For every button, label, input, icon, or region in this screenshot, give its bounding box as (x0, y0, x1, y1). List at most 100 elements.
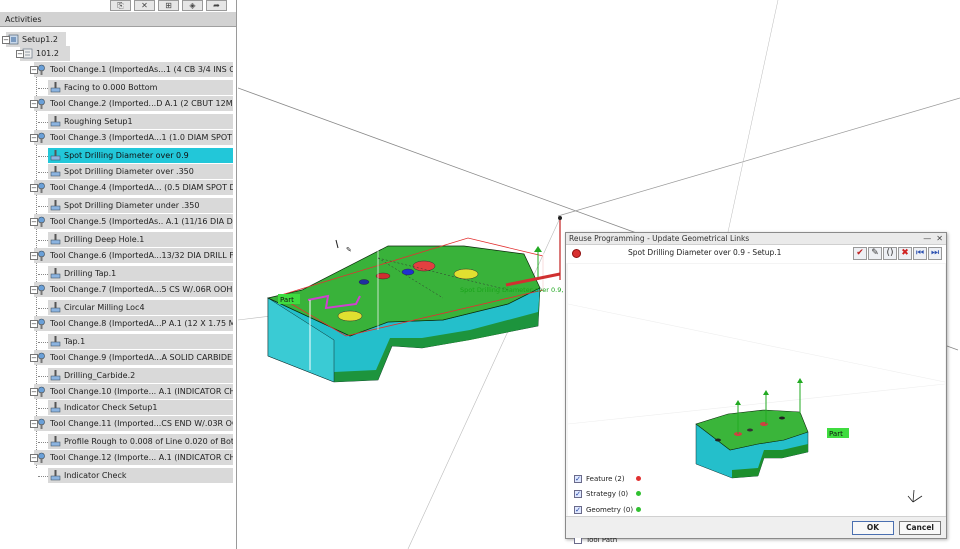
tree-item-tool-change[interactable]: Tool Change.2 (Imported...D A.1 (2 CBUT … (34, 96, 233, 111)
tree-item-operation[interactable]: Indicator Check Setup1 (48, 400, 233, 415)
tree-item-label: Drilling Tap.1 (64, 269, 117, 278)
tree-item-tool-change[interactable]: Tool Change.10 (Importe... A.1 (INDICATO… (34, 384, 233, 399)
tree-item-operation[interactable]: Roughing Setup1 (48, 114, 233, 129)
collapse-toggle-icon[interactable]: − (30, 134, 38, 142)
tree-item-operation[interactable]: Spot Drilling Diameter over .350 (48, 164, 233, 179)
tree-item-label: Tool Change.3 (ImportedA...1 (1.0 DIAM S… (50, 133, 233, 142)
dialog-preview-viewer[interactable]: Part ✓ Feature (2) ✓ Strategy (0) ✓ Geometry … (567, 264, 946, 544)
tree-item-label: Tool Change.4 (ImportedA... (0.5 DIAM SP… (50, 183, 233, 192)
operation-name: Spot Drilling Diameter over 0.9 - Setup.… (628, 248, 782, 257)
operation-icon (50, 82, 61, 93)
close-icon[interactable]: ✕ (936, 233, 943, 245)
tree-item-tool-change[interactable]: Tool Change.3 (ImportedA...1 (1.0 DIAM S… (34, 130, 233, 145)
tree-item-label: Tool Change.8 (ImportedA...P A.1 (12 X 1… (50, 319, 233, 328)
edit-icon[interactable]: ✎ (868, 247, 882, 260)
filter-row[interactable]: ✓ Feature (2) (574, 473, 641, 485)
tree-item-label: Tool Change.7 (ImportedA...5 CS W/.06R O… (50, 285, 233, 294)
tree-item-tool-change[interactable]: Tool Change.12 (Importe... A.1 (INDICATO… (34, 450, 233, 465)
checkbox-checked-icon[interactable]: ✓ (574, 506, 582, 514)
tree-item-label: Roughing Setup1 (64, 117, 133, 126)
tree-item-label: Setup1.2 (22, 35, 59, 44)
collapse-toggle-icon[interactable]: − (30, 252, 38, 260)
operation-icon (50, 150, 61, 161)
svg-text:✎: ✎ (346, 246, 352, 254)
dialog-footer: OK Cancel (566, 516, 946, 538)
tree-item-operation[interactable]: Circular Milling Loc4 (48, 300, 233, 315)
tree-item-tool-change[interactable]: Tool Change.4 (ImportedA... (0.5 DIAM SP… (34, 180, 233, 195)
tree-item-label: Drilling_Carbide.2 (64, 371, 136, 380)
tree-item-label: Tool Change.6 (ImportedA...13/32 DIA DRI… (50, 251, 233, 260)
tree-item-operation[interactable]: Tap.1 (48, 334, 233, 349)
tree-item-tool-change[interactable]: Tool Change.6 (ImportedA...13/32 DIA DRI… (34, 248, 233, 263)
filter-label: Strategy (0) (586, 490, 629, 498)
collapse-toggle-icon[interactable]: − (30, 388, 38, 396)
operation-icon (50, 166, 61, 177)
part-tag-text: Part (280, 296, 294, 304)
tree-item-operation[interactable]: Spot Drilling Diameter over 0.9 (48, 148, 233, 163)
tree-item-operation[interactable]: Spot Drilling Diameter under .350 (48, 198, 233, 213)
first-icon[interactable]: ⏮ (913, 247, 927, 260)
copy-icon[interactable]: ⎘ (110, 0, 131, 11)
checkbox-checked-icon[interactable]: ✓ (574, 475, 582, 483)
tree-item-label: Profile Rough to 0.008 of Line 0.020 of … (64, 437, 233, 446)
tree-item-label: Tool Change.5 (ImportedAs.. A.1 (11/16 D… (50, 217, 233, 226)
ok-button[interactable]: OK (852, 521, 894, 535)
collapse-toggle-icon[interactable]: − (30, 354, 38, 362)
filter-row[interactable]: ✓ Strategy (0) (574, 488, 641, 500)
dialog-header: Spot Drilling Diameter over 0.9 - Setup.… (566, 245, 946, 263)
collapse-toggle-icon[interactable]: − (16, 50, 24, 58)
collapse-toggle-icon[interactable]: − (30, 286, 38, 294)
last-icon[interactable]: ⏭ (928, 247, 942, 260)
collapse-toggle-icon[interactable]: − (30, 420, 38, 428)
delete-icon[interactable]: ✕ (134, 0, 155, 11)
tree-item-operation[interactable]: Drilling Deep Hole.1 (48, 232, 233, 247)
tree-item-label: Tool Change.2 (Imported...D A.1 (2 CBUT … (50, 99, 233, 108)
tree-item-operation[interactable]: Profile Rough to 0.008 of Line 0.020 of … (48, 434, 233, 449)
tree-item-label: Facing to 0.000 Bottom (64, 83, 158, 92)
status-dot-icon (636, 507, 641, 512)
minimize-icon[interactable]: — (923, 233, 931, 245)
status-dot-icon (636, 491, 641, 496)
tree-item-tool-change[interactable]: Tool Change.7 (ImportedA...5 CS W/.06R O… (34, 282, 233, 297)
layers-icon[interactable]: ◈ (182, 0, 203, 11)
filter-label: Geometry (0) (586, 506, 634, 514)
table-icon[interactable]: ⊞ (158, 0, 179, 11)
tree-item-tool-change[interactable]: Tool Change.9 (ImportedA...A SOLID CARBI… (34, 350, 233, 365)
tree-item-label: Tool Change.9 (ImportedA...A SOLID CARBI… (50, 353, 233, 362)
compass-icon (907, 489, 923, 503)
tree-item-tool-change[interactable]: Tool Change.11 (Imported...CS END W/.03R… (34, 416, 233, 431)
collapse-toggle-icon[interactable]: − (30, 184, 38, 192)
dialog-toolbar: ✔ ✎ () ✖ ⏮ ⏭ (853, 247, 942, 260)
collapse-toggle-icon[interactable]: − (30, 454, 38, 462)
forward-arrow-icon[interactable]: ➦ (206, 0, 227, 11)
tree-item-tool-change[interactable]: Tool Change.5 (ImportedAs.. A.1 (11/16 D… (34, 214, 233, 229)
parenthesis-icon[interactable]: () (883, 247, 897, 260)
collapse-toggle-icon[interactable]: − (30, 66, 38, 74)
tree-item-operation[interactable]: Facing to 0.000 Bottom (48, 80, 233, 95)
collapse-toggle-icon[interactable]: − (30, 100, 38, 108)
dialog-title-bar: Reuse Programming - Update Geometrical L… (566, 233, 946, 245)
operation-icon (50, 402, 61, 413)
filter-row[interactable]: ✓ Geometry (0) (574, 504, 641, 516)
collapse-toggle-icon[interactable]: − (30, 320, 38, 328)
collapse-toggle-icon[interactable]: − (2, 36, 10, 44)
operation-icon (50, 302, 61, 313)
part-model[interactable]: ✎ (266, 216, 562, 383)
validate-icon[interactable]: ✔ (853, 247, 867, 260)
tree-item-label: Indicator Check (64, 471, 127, 480)
tree-item-tool-change[interactable]: Tool Change.1 (ImportedAs...1 (4 CB 3/4 … (34, 62, 233, 77)
checkbox-checked-icon[interactable]: ✓ (574, 490, 582, 498)
tree-item-tool-change[interactable]: Tool Change.8 (ImportedA...P A.1 (12 X 1… (34, 316, 233, 331)
tree-item-program[interactable]: 101.2 (20, 46, 70, 61)
tree-item-operation[interactable]: Indicator Check (48, 468, 233, 483)
cancel-button[interactable]: Cancel (899, 521, 941, 535)
filter-label: Feature (2) (586, 475, 625, 483)
collapse-toggle-icon[interactable]: − (30, 218, 38, 226)
tree-item-label: Tool Change.12 (Importe... A.1 (INDICATO… (50, 453, 233, 462)
remove-icon[interactable]: ✖ (898, 247, 912, 260)
tree-item-root[interactable]: Setup1.2 (6, 32, 66, 47)
tree-item-operation[interactable]: Drilling_Carbide.2 (48, 368, 233, 383)
operation-icon (50, 200, 61, 211)
operation-icon (50, 116, 61, 127)
tree-item-operation[interactable]: Drilling Tap.1 (48, 266, 233, 281)
